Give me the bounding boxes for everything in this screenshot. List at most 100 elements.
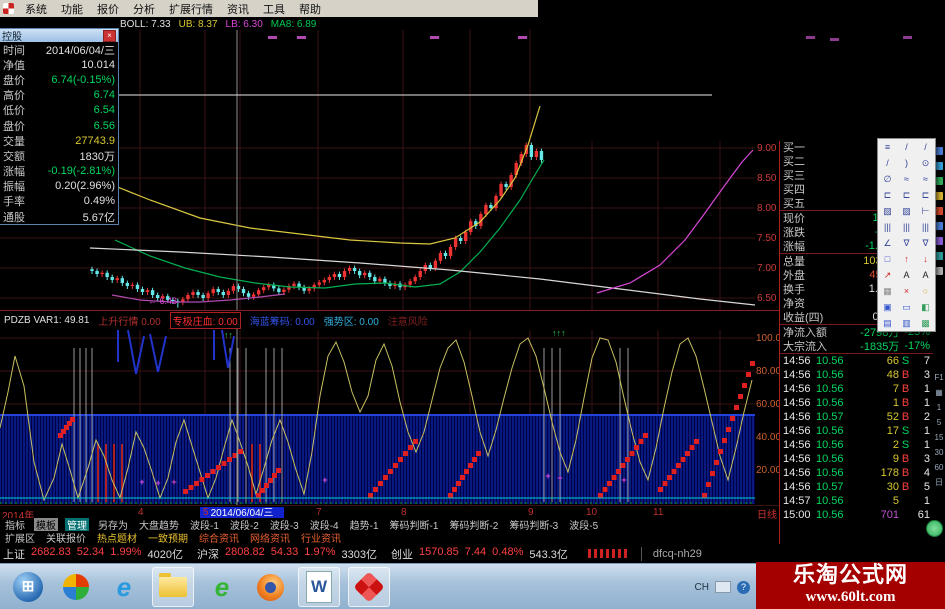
start-button[interactable]: ⊞	[8, 568, 48, 606]
draw-tool-icon-28[interactable]: ×	[897, 283, 916, 299]
tick-row[interactable]: 14:56 10.56 7 B 1	[780, 382, 933, 396]
menu-item-5[interactable]: 资讯	[220, 4, 256, 16]
tab-热点题材[interactable]: 热点题材	[95, 531, 139, 544]
draw-tool-icon-5[interactable]: ⊙	[916, 155, 935, 171]
period-button-60[interactable]: 60	[933, 460, 945, 475]
draw-tool-icon-2[interactable]: /	[916, 139, 935, 155]
info-panel-titlebar[interactable]: 控股 ×	[0, 29, 118, 43]
tick-row[interactable]: 14:56 10.56 66 S 7	[780, 353, 933, 368]
draw-tool-icon-12[interactable]: ▨	[878, 203, 897, 219]
draw-tool-icon-29[interactable]: ○	[916, 283, 935, 299]
green-round-button[interactable]	[926, 520, 943, 537]
index-创业[interactable]: 创业 1570.85 7.44 0.48% 543.3亿	[391, 546, 568, 562]
language-indicator[interactable]: CH	[695, 582, 709, 593]
tick-row[interactable]: 15:00 10.56 701 61	[780, 508, 933, 522]
draw-tool-icon-10[interactable]: ⊏	[897, 187, 916, 203]
tab-管理[interactable]: 管理	[65, 518, 89, 531]
menu-item-4[interactable]: 扩展行情	[162, 4, 220, 16]
period-button-F1[interactable]: F1	[933, 370, 945, 385]
help-icon[interactable]: ?	[737, 580, 750, 594]
tick-row[interactable]: 14:56 10.57 52 B 2	[780, 410, 933, 424]
tab-趋势-1[interactable]: 趋势-1	[348, 518, 381, 531]
ie-browser-button[interactable]: e	[104, 568, 144, 606]
index-上证[interactable]: 上证 2682.83 52.34 1.99% 4020亿	[3, 546, 183, 562]
tick-row[interactable]: 14:56 10.56 178 B 4	[780, 466, 933, 480]
menu-item-0[interactable]: 系统	[18, 4, 54, 16]
tab-波段-5[interactable]: 波段-5	[567, 518, 600, 531]
tick-row[interactable]: 14:56 10.56 1 B 1	[780, 396, 933, 410]
strip-icon-8[interactable]	[935, 267, 943, 275]
period-button-5[interactable]: 5	[933, 415, 945, 430]
draw-tool-icon-27[interactable]: ▦	[878, 283, 897, 299]
tab-关联报价[interactable]: 关联报价	[44, 531, 88, 544]
draw-tool-icon-31[interactable]: ▭	[897, 299, 916, 315]
draw-tool-icon-32[interactable]: ◧	[916, 299, 935, 315]
draw-tool-icon-11[interactable]: ⊏	[916, 187, 935, 203]
period-button-日[interactable]: 日	[933, 475, 945, 490]
tick-row[interactable]: 14:56 10.56 2 S 1	[780, 438, 933, 452]
draw-tool-icon-18[interactable]: ∠	[878, 235, 897, 251]
strip-icon-5[interactable]	[935, 222, 943, 230]
word-button[interactable]: W	[298, 567, 340, 607]
tick-row[interactable]: 14:56 10.57 30 B 5	[780, 480, 933, 494]
draw-tool-icon-4[interactable]: )	[897, 155, 916, 171]
tab-波段-2[interactable]: 波段-2	[228, 518, 261, 531]
period-button-15[interactable]: 15	[933, 430, 945, 445]
draw-tool-icon-9[interactable]: ⊏	[878, 187, 897, 203]
tab-筹码判断-3[interactable]: 筹码判断-3	[507, 518, 560, 531]
tab-综合资讯[interactable]: 综合资讯	[197, 531, 241, 544]
draw-tool-icon-6[interactable]: ∅	[878, 171, 897, 187]
draw-tool-icon-14[interactable]: ⊢	[916, 203, 935, 219]
tick-row[interactable]: 14:56 10.56 48 B 3	[780, 368, 933, 382]
period-button-30[interactable]: 30	[933, 445, 945, 460]
pinwheel-app-button[interactable]	[56, 568, 96, 606]
draw-tool-icon-20[interactable]: ∇	[916, 235, 935, 251]
strip-icon-3[interactable]	[935, 192, 943, 200]
menu-item-7[interactable]: 帮助	[292, 4, 328, 16]
draw-tool-icon-35[interactable]: ▩	[916, 315, 935, 331]
draw-tool-icon-23[interactable]: ↓	[916, 251, 935, 267]
index-沪深[interactable]: 沪深 2808.82 54.33 1.97% 3303亿	[197, 546, 377, 562]
draw-tool-icon-7[interactable]: ≈	[897, 171, 916, 187]
menu-item-3[interactable]: 分析	[126, 4, 162, 16]
draw-tool-icon-1[interactable]: /	[897, 139, 916, 155]
menu-item-2[interactable]: 报价	[90, 4, 126, 16]
draw-tool-icon-22[interactable]: ↑	[897, 251, 916, 267]
draw-tool-icon-25[interactable]: A	[897, 267, 916, 283]
flow-row[interactable]: 大宗流入 -1835万 -17%	[780, 339, 933, 353]
tab-指标[interactable]: 指标	[3, 518, 27, 531]
tab-波段-4[interactable]: 波段-4	[308, 518, 341, 531]
draw-tool-icon-17[interactable]: |||	[916, 219, 935, 235]
tick-row[interactable]: 14:57 10.56 5 1	[780, 494, 933, 508]
tab-波段-1[interactable]: 波段-1	[188, 518, 221, 531]
draw-tool-icon-0[interactable]: ≡	[878, 139, 897, 155]
draw-tool-icon-15[interactable]: |||	[878, 219, 897, 235]
tab-筹码判断-1[interactable]: 筹码判断-1	[388, 518, 441, 531]
period-label[interactable]: 日线	[757, 506, 777, 521]
tick-row[interactable]: 14:56 10.56 9 B 3	[780, 452, 933, 466]
strip-icon-2[interactable]	[935, 177, 943, 185]
tab-筹码判断-2[interactable]: 筹码判断-2	[447, 518, 500, 531]
draw-tool-icon-34[interactable]: ▥	[897, 315, 916, 331]
close-icon[interactable]: ×	[103, 29, 116, 42]
strip-icon-0[interactable]	[935, 147, 943, 155]
tab-一致预期[interactable]: 一致预期	[146, 531, 190, 544]
green-browser-button[interactable]: e	[202, 568, 242, 606]
draw-tool-icon-33[interactable]: ▤	[878, 315, 897, 331]
draw-tool-icon-3[interactable]: /	[878, 155, 897, 171]
draw-tool-icon-19[interactable]: ∇	[897, 235, 916, 251]
tab-大盘趋势[interactable]: 大盘趋势	[137, 518, 181, 531]
tab-行业资讯[interactable]: 行业资讯	[299, 531, 343, 544]
draw-tool-icon-16[interactable]: |||	[897, 219, 916, 235]
tab-波段-3[interactable]: 波段-3	[268, 518, 301, 531]
draw-tool-icon-24[interactable]: ↗	[878, 267, 897, 283]
draw-tool-icon-30[interactable]: ▣	[878, 299, 897, 315]
period-button-▦[interactable]: ▦	[933, 385, 945, 400]
firefox-button[interactable]	[250, 568, 290, 606]
strip-icon-1[interactable]	[935, 162, 943, 170]
strip-icon-6[interactable]	[935, 237, 943, 245]
tick-row[interactable]: 14:56 10.56 17 S 1	[780, 424, 933, 438]
period-button-1[interactable]: 1	[933, 400, 945, 415]
draw-tool-icon-13[interactable]: ▨	[897, 203, 916, 219]
keyboard-icon[interactable]	[715, 581, 731, 593]
